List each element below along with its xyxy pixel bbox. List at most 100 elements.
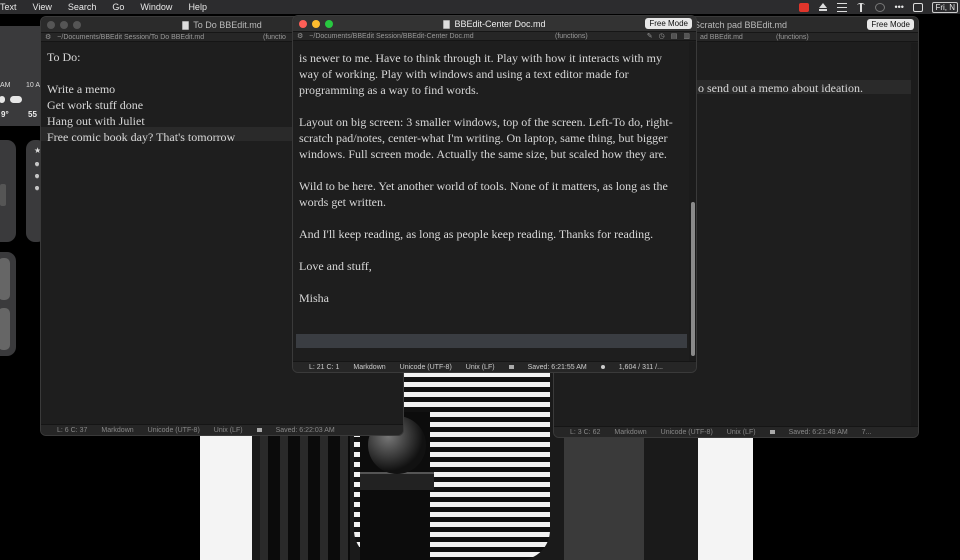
lock-icon[interactable] [769, 430, 775, 434]
window-controls [299, 20, 333, 28]
document-menu-icon[interactable]: ▤ [671, 32, 678, 40]
toolbar-icons: ✎ ◷ ▤ ▥ [647, 32, 690, 40]
saved-time: Saved: 6:21:48 AM [788, 428, 848, 436]
editor-paragraph: is newer to me. Have to think through it… [299, 51, 662, 97]
more-dots-icon[interactable]: ••• [894, 2, 904, 12]
cursor-position[interactable]: L: 21 C: 1 [309, 364, 339, 371]
editor-paragraph: Wild to be here. Yet another world of to… [299, 179, 668, 209]
center-doc-titlebar[interactable]: BBEdit-Center Doc.md Free Mode [293, 16, 696, 32]
editor-paragraph: Love and stuff, [299, 259, 372, 273]
history-icon[interactable]: ◷ [659, 32, 665, 40]
widget-block [0, 308, 10, 350]
lock-icon[interactable] [256, 428, 262, 432]
weather-temp: 9° [1, 110, 9, 119]
screen-record-icon[interactable] [799, 2, 810, 12]
window-title: Scratch pad BBEdit.md [694, 19, 788, 30]
close-button[interactable] [299, 20, 307, 28]
gear-icon[interactable]: ⚙ [297, 32, 303, 40]
file-path[interactable]: ad BBEdit.md [700, 34, 743, 41]
pen-icon[interactable]: ✎ [647, 32, 653, 40]
menu-help[interactable]: Help [180, 2, 215, 12]
document-icon [443, 20, 451, 29]
line-endings-menu[interactable]: Unix (LF) [214, 427, 243, 434]
center-doc-window[interactable]: BBEdit-Center Doc.md Free Mode ⚙ ~/Docum… [292, 15, 697, 373]
unsaved-dot-icon [600, 365, 605, 369]
scratch-pad-editor[interactable]: o send out a memo about ideation. [698, 80, 918, 96]
path-bar: ⚙ ~/Documents/BBEdit Session/BBEdit-Cent… [293, 32, 696, 41]
photo-gate [260, 432, 350, 560]
lock-icon[interactable] [508, 365, 514, 369]
menu-go[interactable]: Go [104, 2, 132, 12]
widget-block [0, 258, 10, 300]
zoom-button[interactable] [325, 20, 333, 28]
status-bar: L: 3 C: 62 Markdown Unicode (UTF-8) Unix… [554, 426, 918, 437]
gear-icon[interactable]: ⚙ [45, 33, 51, 41]
close-button[interactable] [47, 21, 55, 29]
status-bar: L: 21 C: 1 Markdown Unicode (UTF-8) Unix… [293, 361, 696, 372]
list-dot: ○ [35, 186, 40, 193]
antenna-icon[interactable] [856, 2, 866, 12]
current-line-highlight [296, 334, 687, 348]
saved-time: Saved: 6:22:03 AM [275, 426, 335, 434]
editor-paragraph: Layout on big screen: 3 smaller windows,… [299, 115, 673, 161]
saved-time: Saved: 6:21:55 AM [527, 363, 587, 371]
language-menu[interactable]: Markdown [614, 429, 646, 436]
language-menu[interactable]: Markdown [353, 364, 385, 371]
document-counts[interactable]: 1,604 / 311 /... [619, 364, 663, 371]
window-title: To Do BBEdit.md [193, 19, 262, 30]
document-counts[interactable]: 7... [862, 429, 872, 436]
cloud-icon [0, 96, 5, 103]
eject-icon[interactable] [818, 2, 828, 12]
status-bar: L: 6 C: 37 Markdown Unicode (UTF-8) Unix… [41, 424, 403, 435]
language-menu[interactable]: Markdown [101, 427, 133, 434]
window-controls [47, 21, 81, 29]
menu-list: Text View Search Go Window Help [0, 2, 215, 12]
scrollbar[interactable] [911, 43, 918, 426]
encoding-menu[interactable]: Unicode (UTF-8) [148, 427, 200, 434]
list-dot: ○ [35, 162, 40, 169]
cursor-position[interactable]: L: 6 C: 37 [57, 427, 87, 434]
cursor-position[interactable]: L: 3 C: 62 [570, 429, 600, 436]
menubar-status-area: ••• Fri, N [799, 0, 958, 14]
menu-view[interactable]: View [25, 2, 60, 12]
functions-menu[interactable]: (functions) [555, 33, 588, 40]
post-cap [360, 472, 434, 490]
line-endings-menu[interactable]: Unix (LF) [466, 364, 495, 371]
weather-temp: 55 [28, 110, 37, 119]
menubar: Text View Search Go Window Help ••• Fri,… [0, 0, 960, 14]
cloud-icon [10, 96, 22, 103]
free-mode-button[interactable]: Free Mode [867, 19, 914, 30]
editor-paragraph: Misha [299, 291, 329, 305]
minimize-button[interactable] [60, 21, 68, 29]
weather-hour: AM [0, 82, 11, 89]
functions-menu[interactable]: (functio [263, 34, 286, 41]
center-doc-editor[interactable]: is newer to me. Have to think through it… [299, 50, 684, 306]
menu-text[interactable]: Text [0, 2, 25, 12]
encoding-menu[interactable]: Unicode (UTF-8) [661, 429, 713, 436]
editor-paragraph: And I'll keep reading, as long as people… [299, 227, 654, 241]
file-path[interactable]: ~/Documents/BBEdit Session/BBEdit-Center… [309, 33, 473, 40]
file-path[interactable]: ~/Documents/BBEdit Session/To Do BBEdit.… [57, 34, 204, 41]
control-center-icon[interactable] [913, 2, 924, 12]
stacked-widget[interactable] [0, 252, 16, 356]
window-title: BBEdit-Center Doc.md [454, 18, 546, 29]
zoom-button[interactable] [73, 21, 81, 29]
scrollbar-thumb[interactable] [691, 202, 695, 356]
widget-block [0, 184, 6, 206]
lines-icon[interactable] [837, 2, 848, 12]
editor-line: o send out a memo about ideation. [698, 81, 863, 95]
free-mode-button[interactable]: Free Mode [645, 18, 692, 29]
menu-window[interactable]: Window [132, 2, 180, 12]
encoding-menu[interactable]: Unicode (UTF-8) [400, 364, 452, 371]
document-icon [182, 21, 190, 30]
calendar-widget[interactable] [0, 140, 16, 242]
minimize-button[interactable] [312, 20, 320, 28]
split-view-icon[interactable]: ▥ [683, 32, 690, 40]
menubar-clock[interactable]: Fri, N [932, 1, 958, 13]
list-dot: ○ [35, 174, 40, 181]
line-endings-menu[interactable]: Unix (LF) [727, 429, 756, 436]
weather-hour: 10 A [26, 82, 41, 89]
functions-menu[interactable]: (functions) [776, 34, 809, 41]
clock-icon[interactable] [875, 2, 886, 12]
menu-search[interactable]: Search [60, 2, 105, 12]
